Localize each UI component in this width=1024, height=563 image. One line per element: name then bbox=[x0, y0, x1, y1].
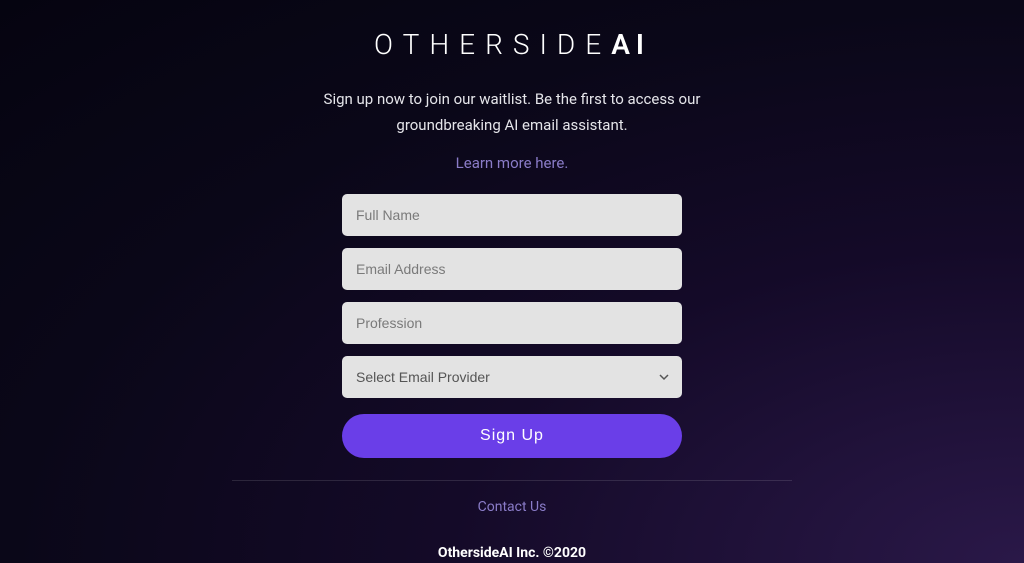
logo-text-part2: AI bbox=[611, 28, 650, 61]
logo-text-part1: OTHERSIDE bbox=[374, 28, 611, 61]
signup-button[interactable]: Sign Up bbox=[342, 414, 682, 458]
full-name-input[interactable] bbox=[342, 194, 682, 236]
brand-logo: OTHERSIDEAI bbox=[374, 28, 650, 61]
tagline-text: Sign up now to join our waitlist. Be the… bbox=[272, 87, 752, 138]
contact-us-link[interactable]: Contact Us bbox=[478, 499, 547, 515]
email-provider-select[interactable]: Select Email Provider bbox=[342, 356, 682, 398]
copyright-text: OthersideAI Inc. ©2020 bbox=[438, 545, 586, 561]
signup-form: Select Email Provider Sign Up bbox=[342, 194, 682, 458]
email-input[interactable] bbox=[342, 248, 682, 290]
learn-more-link[interactable]: Learn more here. bbox=[456, 154, 569, 172]
footer-divider bbox=[232, 480, 792, 481]
profession-input[interactable] bbox=[342, 302, 682, 344]
